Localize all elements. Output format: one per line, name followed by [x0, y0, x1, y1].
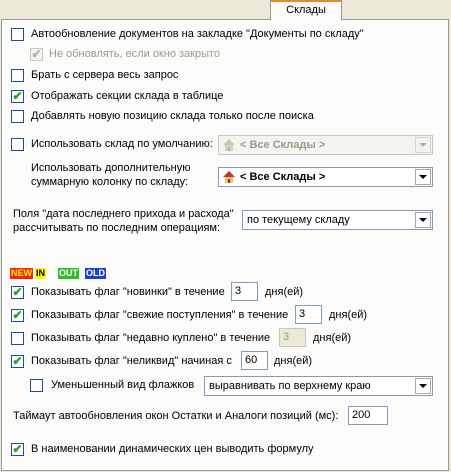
flag-recent-checkbox[interactable]	[11, 332, 24, 345]
flag-fresh-days-input[interactable]: 3	[295, 305, 322, 324]
check-icon: ✔	[12, 308, 23, 322]
extra-column-select[interactable]: < Все Склады >	[218, 167, 433, 187]
warehouse-icon	[223, 139, 235, 151]
flag-align-value: выравнивать по верхнему краю	[209, 380, 371, 392]
flag-new-checkbox[interactable]: ✔	[11, 285, 24, 299]
extra-column-label-2: суммарную колонку по складу:	[31, 176, 189, 188]
flag-new-unit: дня(ей)	[265, 286, 304, 298]
date-fields-select[interactable]: по текущему складу	[242, 210, 433, 230]
timeout-input[interactable]: 200	[348, 406, 388, 425]
check-icon: ✔	[12, 354, 23, 368]
add-after-search-checkbox[interactable]	[11, 110, 24, 123]
flag-recent-unit: дня(ей)	[313, 332, 352, 344]
extra-column-value: < Все Склады >	[240, 171, 326, 183]
auto-update-label: Автообновление документов на закладке "Д…	[31, 28, 364, 40]
chevron-down-icon[interactable]	[415, 212, 431, 228]
auto-update-checkbox[interactable]	[11, 28, 24, 41]
small-flags-checkbox[interactable]	[30, 379, 43, 392]
warehouse-icon	[223, 171, 235, 183]
flag-fresh-unit: дня(ей)	[329, 309, 368, 321]
flag-fresh-checkbox[interactable]: ✔	[11, 308, 24, 322]
chevron-down-icon[interactable]	[415, 378, 431, 394]
check-icon: ✔	[12, 442, 23, 456]
flag-recent-label: Показывать флаг "недавно куплено" в тече…	[31, 332, 271, 344]
timeout-label: Таймаут автообновления окон Остатки и Ан…	[13, 410, 339, 422]
default-warehouse-label: Использовать склад по умолчанию:	[31, 138, 213, 150]
flag-fresh-label: Показывать флаг "свежие поступления" в т…	[31, 309, 289, 321]
date-fields-value: по текущему складу	[247, 214, 350, 226]
date-fields-label-1: Поля "дата последнего прихода и расхода"	[13, 208, 234, 220]
settings-panel: Автообновление документов на закладке "Д…	[1, 19, 449, 471]
check-icon: ✔	[31, 47, 42, 61]
no-update-closed-label: Не обновлять, если окно закрыто	[49, 48, 221, 60]
date-fields-label-2: рассчитывать по последним операциям:	[13, 222, 221, 234]
flag-illiquid-days-input[interactable]: 60	[241, 351, 268, 370]
check-icon: ✔	[12, 89, 23, 103]
flag-align-select[interactable]: выравнивать по верхнему краю	[204, 376, 433, 396]
chevron-down-icon[interactable]	[415, 169, 431, 185]
full-request-checkbox[interactable]	[11, 69, 24, 82]
tab-warehouses[interactable]: Склады	[270, 0, 342, 20]
formula-label: В наименовании динамических цен выводить…	[31, 443, 314, 455]
flag-recent-days-input[interactable]: 3	[279, 328, 306, 347]
full-request-label: Брать с сервера весь запрос	[31, 69, 179, 81]
check-icon: ✔	[12, 285, 23, 299]
flag-old-badge: OLD	[85, 268, 106, 279]
flag-illiquid-label: Показывать флаг "неликвид" начиная с	[31, 355, 232, 367]
extra-column-label-1: Использовать дополнительную	[31, 162, 191, 174]
flag-in-badge: IN	[35, 268, 46, 279]
flag-new-label: Показывать флаг "новинки" в течение	[31, 286, 225, 298]
formula-checkbox[interactable]: ✔	[11, 442, 24, 456]
add-after-search-label: Добавлять новую позицию склада только по…	[31, 110, 314, 122]
show-sections-label: Отображать секции склада в таблице	[31, 90, 224, 102]
default-warehouse-checkbox[interactable]	[11, 138, 24, 151]
show-sections-checkbox[interactable]: ✔	[11, 89, 24, 103]
flag-illiquid-checkbox[interactable]: ✔	[11, 354, 24, 368]
flag-new-badge: NEW	[10, 268, 33, 279]
flag-out-badge: OUT	[58, 268, 79, 279]
no-update-closed-checkbox[interactable]: ✔	[30, 47, 43, 61]
default-warehouse-select[interactable]: < Все Склады >	[218, 135, 433, 155]
flag-new-days-input[interactable]: 3	[231, 282, 258, 301]
small-flags-label: Уменьшенный вид флажков	[51, 379, 195, 391]
default-warehouse-value: < Все Склады >	[240, 139, 326, 151]
flag-illiquid-unit: дня(ей)	[274, 355, 313, 367]
chevron-down-icon[interactable]	[415, 137, 431, 153]
